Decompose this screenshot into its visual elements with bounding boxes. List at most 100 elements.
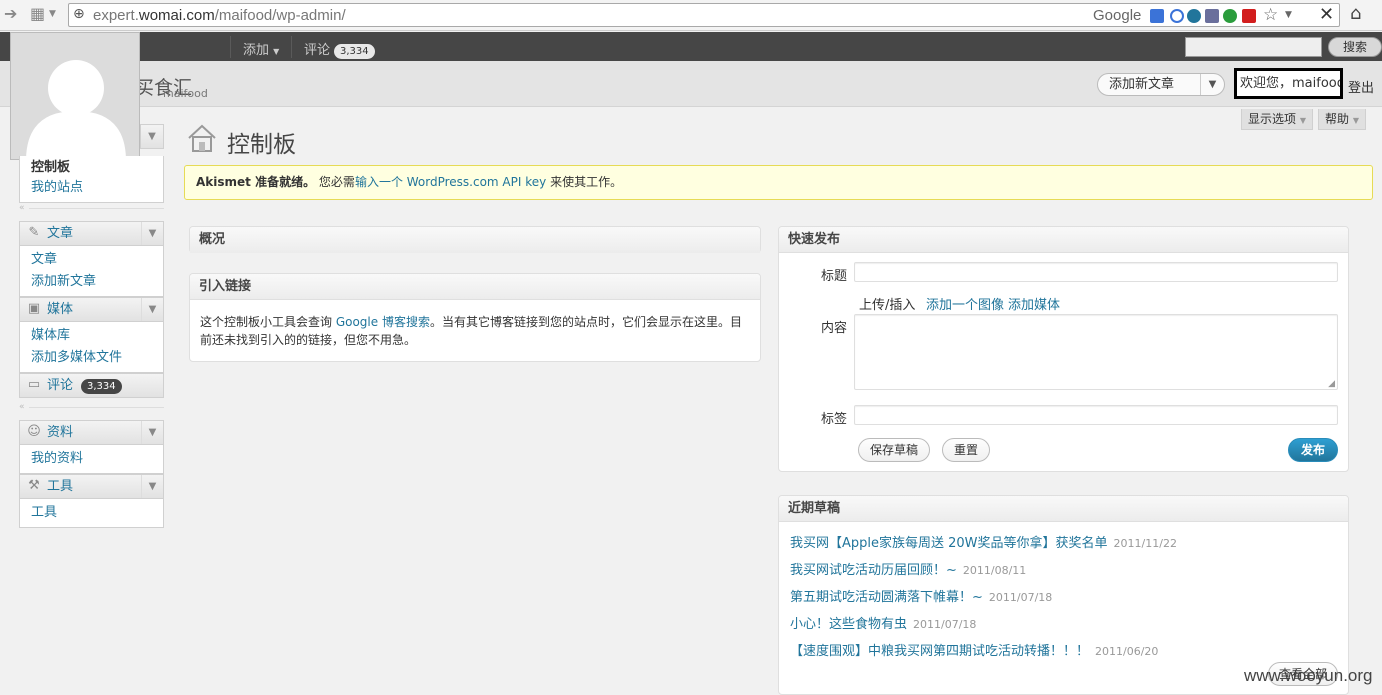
close-icon[interactable]: ✕ [1319, 4, 1334, 25]
sidebar-item-my-profile[interactable]: 我的资料 [20, 448, 163, 470]
sidebar-item-my-sites[interactable]: 我的站点 [20, 177, 163, 199]
widget-text: 这个控制板小工具会查询 [200, 315, 336, 329]
google-blog-search-link[interactable]: Google 博客搜索 [336, 315, 430, 329]
list-item: 第五期试吃活动圆满落下帷幕！~ 2011/07/18 [790, 586, 1052, 605]
google-ext-icon[interactable] [1150, 9, 1164, 23]
widget-title[interactable]: 近期草稿 [779, 496, 1348, 522]
menu-separator[interactable]: « [19, 204, 164, 213]
widget-title[interactable]: 引入链接 [190, 274, 760, 300]
sidebar-item-add-media[interactable]: 添加多媒体文件 [20, 347, 163, 369]
chevron-down-icon[interactable]: ▼ [141, 125, 163, 148]
title-input[interactable] [854, 262, 1338, 282]
media-submenu: 媒体库 添加多媒体文件 [19, 322, 164, 373]
admin-search-input[interactable] [1185, 37, 1322, 57]
chevron-down-icon[interactable]: ▼ [1200, 74, 1224, 95]
dropdown-icon[interactable]: ▼ [1285, 10, 1292, 20]
users-icon: ☺ [27, 424, 41, 439]
draft-link[interactable]: 【速度围观】中粮我买网第四期试吃活动转播！！！ [790, 644, 1089, 659]
dropdown-icon[interactable]: ▼ [49, 9, 56, 19]
sidebar-item-add-post[interactable]: 添加新文章 [20, 271, 163, 293]
php-ext-icon[interactable] [1205, 9, 1219, 23]
admin-comments-link[interactable]: 评论 3,334 [304, 39, 375, 59]
content-label: 内容 [821, 321, 848, 336]
url-text: expert.womai.com/maifood/wp-admin/ [93, 7, 346, 24]
upload-label: 上传/插入 [859, 298, 916, 313]
draft-link[interactable]: 小心！这些食物有虫 [790, 617, 907, 632]
sidebar-item-media-library[interactable]: 媒体库 [20, 325, 163, 347]
home-icon[interactable]: ⌂ [1350, 3, 1361, 24]
apps-grid-icon[interactable]: ▦ [30, 4, 45, 23]
draft-link[interactable]: 我买网试吃活动历届回顾！~ [790, 563, 957, 578]
widget-title[interactable]: 快速发布 [779, 227, 1348, 253]
menu-media[interactable]: ▣ 媒体 ▼ [19, 297, 164, 322]
address-bar[interactable]: ⊕ expert.womai.com/maifood/wp-admin/ Goo… [68, 3, 1340, 27]
chevron-down-icon[interactable]: ▼ [141, 421, 163, 444]
chevron-down-icon[interactable]: ▼ [141, 475, 163, 498]
pin-icon: ✎ [28, 225, 40, 240]
search-engine-label[interactable]: Google [1093, 7, 1141, 24]
menu-profile-label: 资料 [47, 425, 74, 440]
divider [291, 36, 292, 58]
dashboard-menu-toggle[interactable]: ▼ [140, 124, 164, 149]
draft-link[interactable]: 第五期试吃活动圆满落下帷幕！~ [790, 590, 983, 605]
chevron-down-icon[interactable]: ▼ [141, 222, 163, 245]
moon-ext-icon[interactable] [1170, 9, 1184, 23]
draft-link[interactable]: 我买网【Apple家族每周送 20W奖品等你拿】获奖名单 [790, 536, 1108, 551]
comment-icon: ▭ [27, 377, 41, 392]
menu-comments[interactable]: ▭ 评论 3,334 [19, 373, 164, 398]
add-media-link[interactable]: 添加媒体 [1008, 294, 1060, 313]
sidebar-posts: ✎ 文章 ▼ 文章 添加新文章 ▣ 媒体 ▼ 媒体库 添加多媒体文件 ▭ 评论 3… [19, 221, 164, 398]
save-draft-button[interactable]: 保存草稿 [858, 438, 930, 462]
menu-profile[interactable]: ☺ 资料 ▼ [19, 420, 164, 445]
globe-icon: ⊕ [73, 6, 85, 22]
watermark: www.wooyun.org [1244, 666, 1373, 685]
akismet-notice: Akismet 准备就绪。 您必需输入一个 WordPress.com API … [184, 165, 1373, 200]
api-key-link[interactable]: 输入一个 WordPress.com API key [355, 175, 546, 189]
welcome-user[interactable]: 欢迎您，maifood [1234, 68, 1343, 99]
forward-icon[interactable]: ➔ [4, 4, 17, 23]
widget-incoming-links: 引入链接 这个控制板小工具会查询 Google 博客搜索。当有其它博客链接到您的… [189, 273, 761, 362]
list-item: 【速度围观】中粮我买网第四期试吃活动转播！！！ 2011/06/20 [790, 640, 1158, 659]
dashboard-submenu: 控制板 我的站点 [19, 156, 164, 203]
add-image-link[interactable]: 添加一个图像 [926, 294, 1004, 313]
avatar [10, 32, 140, 160]
menu-separator[interactable]: « [19, 403, 164, 412]
help-tab[interactable]: 帮助 ▼ [1318, 109, 1366, 130]
flag-ext-icon[interactable] [1242, 9, 1256, 23]
favorite-actions-select[interactable]: 添加新文章 ▼ [1097, 73, 1225, 96]
sidebar-item-tools[interactable]: 工具 [20, 502, 163, 524]
menu-tools-label: 工具 [47, 479, 74, 494]
publish-button[interactable]: 发布 [1288, 438, 1338, 462]
chevron-down-icon[interactable]: ▼ [141, 298, 163, 321]
notice-text: 您必需 [318, 175, 355, 189]
draft-date: 2011/07/18 [988, 591, 1053, 604]
media-icon: ▣ [27, 301, 41, 316]
sidebar-item-dashboard[interactable]: 控制板 [20, 159, 163, 177]
notice-text: 来使其工作。 [550, 175, 623, 189]
reset-button[interactable]: 重置 [942, 438, 990, 462]
content-textarea[interactable]: ◢ [854, 314, 1338, 390]
page-title: 控制板 [227, 132, 296, 158]
screen-options-tab[interactable]: 显示选项 ▼ [1241, 109, 1313, 130]
menu-comments-label: 评论 3,334 [47, 374, 122, 397]
menu-tools[interactable]: ⚒ 工具 ▼ [19, 474, 164, 499]
resize-handle-icon[interactable]: ◢ [1328, 379, 1335, 389]
menu-media-label: 媒体 [47, 302, 74, 317]
tags-input[interactable] [854, 405, 1338, 425]
tools-submenu: 工具 [19, 499, 164, 528]
admin-search-button[interactable]: 搜索 [1328, 37, 1382, 57]
incoming-links-text: 这个控制板小工具会查询 Google 博客搜索。当有其它博客链接到您的站点时，它… [190, 300, 760, 349]
logout-link[interactable]: 登出 [1348, 77, 1374, 96]
avatar-silhouette-icon [26, 60, 126, 159]
title-label: 标题 [821, 269, 848, 284]
sidebar-profile: ☺ 资料 ▼ 我的资料 ⚒ 工具 ▼ 工具 [19, 420, 164, 528]
wordpress-ext-icon[interactable] [1187, 9, 1201, 23]
comments-count-badge: 3,334 [334, 44, 375, 59]
browser-toolbar: ➔ ▦ ▼ ⊕ expert.womai.com/maifood/wp-admi… [0, 0, 1382, 31]
widget-title[interactable]: 概况 [190, 227, 760, 253]
green-ext-icon[interactable] [1223, 9, 1237, 23]
menu-posts[interactable]: ✎ 文章 ▼ [19, 221, 164, 246]
sidebar-item-posts[interactable]: 文章 [20, 249, 163, 271]
admin-add-menu[interactable]: 添加 ▼ [243, 39, 279, 58]
star-icon[interactable]: ☆ [1263, 5, 1278, 25]
